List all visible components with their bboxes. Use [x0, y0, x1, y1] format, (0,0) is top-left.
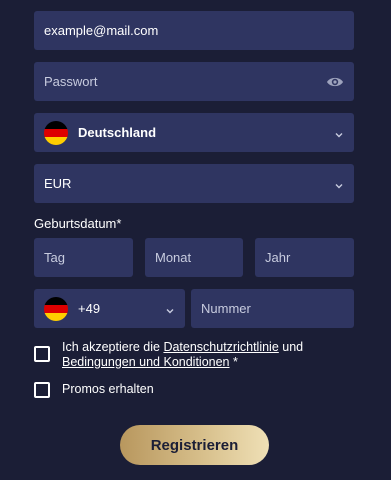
terms-text-middle: und: [278, 340, 304, 354]
chevron-down-icon: [334, 128, 344, 138]
terms-text-before: Ich akzeptiere die: [62, 340, 164, 354]
birthdate-label: Geburtsdatum*: [34, 216, 122, 231]
birth-day-field[interactable]: Tag: [34, 238, 133, 277]
currency-value: EUR: [44, 176, 72, 191]
birth-month-field[interactable]: Monat: [145, 238, 243, 277]
terms-text: Ich akzeptiere die Datenschutzrichtlinie…: [62, 340, 352, 370]
phone-country-select[interactable]: +49: [34, 289, 185, 328]
email-field[interactable]: example@mail.com: [34, 11, 354, 50]
chevron-down-icon: [165, 304, 175, 314]
eye-icon[interactable]: [326, 75, 344, 89]
birth-year-field[interactable]: Jahr: [255, 238, 354, 277]
country-value: Deutschland: [78, 125, 157, 140]
terms-conditions-link[interactable]: Bedingungen und Konditionen: [62, 355, 230, 369]
phone-number-placeholder: Nummer: [201, 301, 251, 316]
currency-select[interactable]: EUR: [34, 164, 354, 203]
day-placeholder: Tag: [44, 250, 65, 265]
terms-checkbox[interactable]: [34, 346, 50, 362]
germany-flag: [44, 120, 68, 145]
germany-flag: [44, 296, 68, 321]
password-field[interactable]: Passwort: [34, 62, 354, 101]
promos-label: Promos erhalten: [62, 382, 154, 396]
promos-checkbox[interactable]: [34, 382, 50, 398]
country-select[interactable]: Deutschland: [34, 113, 354, 152]
register-button[interactable]: Registrieren: [120, 425, 269, 465]
chevron-down-icon: [334, 179, 344, 189]
privacy-policy-link[interactable]: Datenschutzrichtlinie: [163, 340, 278, 354]
phone-country-code: +49: [78, 301, 101, 316]
phone-number-field[interactable]: Nummer: [191, 289, 354, 328]
email-value: example@mail.com: [44, 23, 159, 38]
password-placeholder: Passwort: [44, 74, 98, 89]
terms-required-mark: *: [229, 355, 238, 369]
year-placeholder: Jahr: [265, 250, 291, 265]
month-placeholder: Monat: [155, 250, 192, 265]
